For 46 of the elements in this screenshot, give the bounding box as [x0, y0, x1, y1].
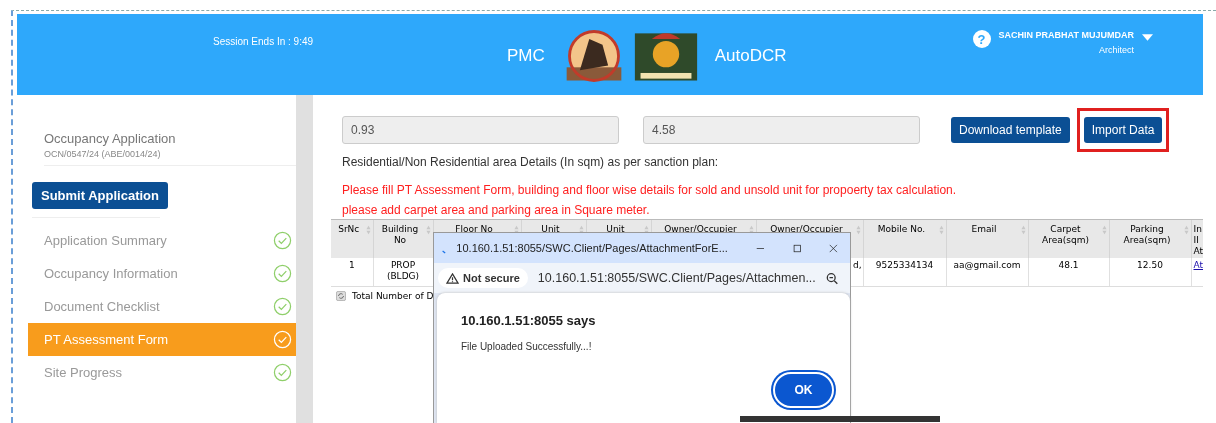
- table-cell: 48.1: [1058, 260, 1079, 270]
- dialog-heading: 10.160.1.51:8055 says: [461, 313, 597, 328]
- check-circle-icon: [273, 264, 292, 283]
- application-number: OCN/0547/24 (ABE/0014/24): [44, 149, 162, 159]
- check-circle-icon: [273, 363, 292, 382]
- window-title: 10.160.1.51:8055/SWC.Client/Pages/AttachmentForE...: [456, 242, 728, 254]
- table-cell: 12.50: [1137, 260, 1163, 270]
- warning-text: Please fill PT Assessment Form, building and floor wise details for sold and unsold unit for propoerty tax calculation.: [342, 182, 958, 199]
- column-header[interactable]: Email: [946, 220, 1028, 258]
- brand-name: PMC: [507, 46, 545, 66]
- table-cell: 1: [348, 260, 355, 270]
- caret-icon[interactable]: [1141, 34, 1153, 41]
- input-field[interactable]: 4.58: [643, 116, 920, 144]
- zoom-icon[interactable]: [825, 271, 838, 285]
- column-header[interactable]: Carpet Area(sqm): [1028, 220, 1109, 258]
- session-timer: Session Ends In : 9:49: [213, 36, 314, 47]
- brand-name: AutoDCR: [714, 46, 787, 66]
- check-circle-icon: [273, 297, 292, 316]
- check-circle-icon: [273, 330, 292, 349]
- column-header[interactable]: SrNc: [331, 220, 373, 258]
- submit-button[interactable]: Submit Application: [32, 182, 168, 209]
- ok-button[interactable]: OK: [773, 372, 834, 408]
- warning-text: please add carpet area and parking area in Square meter.: [342, 202, 651, 219]
- import-button[interactable]: Import Data: [1083, 117, 1163, 143]
- column-header[interactable]: Mobile No.: [863, 220, 946, 258]
- close-icon[interactable]: [829, 242, 838, 254]
- table-cell: d,: [852, 260, 862, 270]
- table-cell: 9525334134: [875, 260, 934, 270]
- section-label: Residential/Non Residential area Details (In sqm) as per sanction plan:: [342, 155, 720, 169]
- address-text[interactable]: 10.160.1.51:8055/SWC.Client/Pages/Attachmen...: [537, 271, 816, 285]
- warning-icon: [446, 272, 459, 284]
- record-count: Total Number of D: [352, 290, 434, 301]
- column-header[interactable]: Parking Area(sqm): [1109, 220, 1191, 258]
- table-cell: PROP (BLDG): [386, 260, 420, 281]
- dialog-message: File Uploaded Successfully...!: [461, 341, 593, 352]
- refresh-icon[interactable]: [336, 290, 346, 301]
- application-title: Occupancy Application: [44, 131, 177, 146]
- security-chip[interactable]: Not secure: [438, 268, 528, 288]
- user-role: Architect: [1098, 45, 1134, 55]
- input-field[interactable]: 0.93: [342, 116, 619, 144]
- check-circle-icon: [273, 231, 292, 250]
- table-cell: aa@gmail.com: [953, 260, 1021, 270]
- download-button[interactable]: Download template: [951, 117, 1070, 143]
- attachment-link[interactable]: At: [1193, 260, 1203, 270]
- column-header[interactable]: Building No: [373, 220, 433, 258]
- maximize-icon[interactable]: [792, 242, 802, 254]
